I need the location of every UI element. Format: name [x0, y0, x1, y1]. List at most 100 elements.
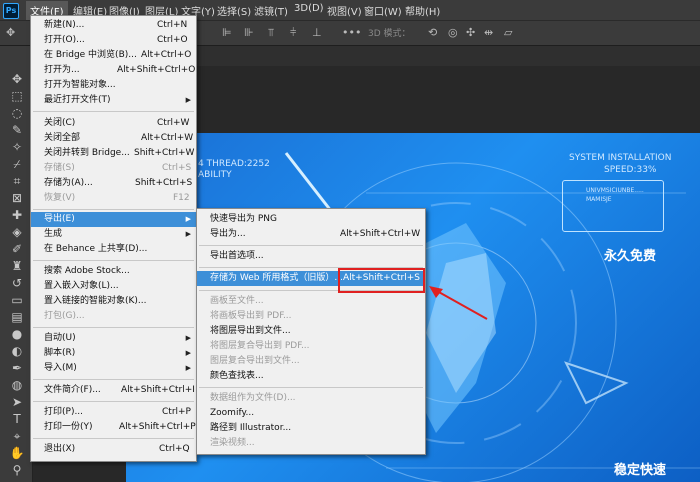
3d-pan-icon[interactable]: ✣ [466, 26, 475, 39]
marquee-icon[interactable]: ⬚ [9, 89, 25, 103]
menu-item-print[interactable]: 打印(P)... Ctrl+P [31, 405, 196, 420]
zoom-icon[interactable]: ⚲ [9, 463, 25, 477]
clone-stamp-icon[interactable]: ♜ [9, 259, 25, 273]
submenu-arrow-icon: ▶ [185, 215, 191, 223]
menu-item-close[interactable]: 关闭(C) Ctrl+W [31, 116, 196, 131]
lasso-icon[interactable]: ◌ [9, 106, 25, 120]
menu-item-place-embedded[interactable]: 置入嵌入对象(L)... [31, 279, 196, 294]
align-center-icon[interactable]: ⊪ [244, 26, 254, 39]
menu-item-automate[interactable]: 自动(U) ▶ [31, 331, 196, 346]
menu-item-package[interactable]: 打包(G)... [31, 309, 196, 324]
quick-select-icon[interactable]: ✎ [9, 123, 25, 137]
3d-mode-label: 3D 模式： [368, 29, 411, 39]
submenu-arrow-icon: ▶ [185, 349, 191, 357]
menu-3d[interactable]: 3D(D) [294, 3, 324, 14]
direct-select-icon[interactable]: ⌖ [9, 429, 25, 443]
move-icon[interactable]: ✥ [9, 72, 25, 86]
more-options-icon[interactable]: ••• [342, 26, 361, 39]
healing-brush-icon[interactable]: ✚ [9, 208, 25, 222]
menu-item-export-preferences[interactable]: 导出首选项... [197, 249, 425, 264]
menu-item-revert[interactable]: 恢复(V) F12 [31, 191, 196, 206]
gradient-icon[interactable]: ▤ [9, 310, 25, 324]
menu-item-scripts[interactable]: 脚本(R) ▶ [31, 346, 196, 361]
menu-filter[interactable]: 滤镜(T) [254, 3, 288, 18]
annotation-arrow-icon [429, 286, 488, 320]
path-select-icon[interactable]: ➤ [9, 395, 25, 409]
pen-icon[interactable]: ✒ [9, 361, 25, 375]
sponge-icon[interactable]: ◍ [9, 378, 25, 392]
badge-free: 永久免费 [604, 249, 657, 264]
menu-item-close-all[interactable]: 关闭全部 Alt+Ctrl+W [31, 131, 196, 146]
menu-item-data-sets-as-files[interactable]: 数据组作为文件(D)... [197, 391, 425, 406]
menu-item-paths-to-illustrator[interactable]: 路径到 Illustrator... [197, 421, 425, 436]
menu-item-artboards-to-files[interactable]: 画板至文件... [197, 294, 425, 309]
ability-text: ABILITY [198, 170, 232, 180]
align-left-icon[interactable]: ⊫ [222, 26, 232, 39]
menu-item-close-go-bridge[interactable]: 关闭并转到 Bridge... Shift+Ctrl+W [31, 146, 196, 161]
menu-separator [199, 245, 423, 246]
align-middle-icon[interactable]: ⫩ [290, 26, 296, 40]
crop-icon[interactable]: ⌗ [9, 174, 25, 188]
menu-item-import[interactable]: 导入(M) ▶ [31, 361, 196, 376]
patch-icon[interactable]: ◈ [9, 225, 25, 239]
menu-window[interactable]: 窗口(W) [364, 3, 402, 18]
menu-item-export[interactable]: 导出(E) ▶ [31, 212, 196, 227]
3d-slide-icon[interactable]: ⇹ [484, 26, 493, 39]
menu-select[interactable]: 选择(S) [217, 3, 251, 18]
menu-item-layer-comps-to-pdf[interactable]: 将图层复合导出到 PDF... [197, 339, 425, 354]
submenu-arrow-icon: ▶ [185, 96, 191, 104]
menu-item-color-lookup-tables[interactable]: 颜色查找表... [197, 369, 425, 384]
brush-icon[interactable]: ✐ [9, 242, 25, 256]
hud-line-1: UNIVMSICIUNBE..... [586, 187, 644, 194]
align-top-icon[interactable]: ⫪ [268, 26, 274, 40]
menu-item-print-one[interactable]: 打印一份(Y) Alt+Shift+Ctrl+P [31, 420, 196, 435]
move-tool-icon[interactable]: ✥ [6, 26, 15, 39]
menu-item-render-video[interactable]: 渲染视频... [197, 436, 425, 451]
menu-separator [33, 379, 194, 380]
menu-item-file-info[interactable]: 文件简介(F)... Alt+Shift+Ctrl+I [31, 383, 196, 398]
menu-item-search-stock[interactable]: 搜索 Adobe Stock... [31, 264, 196, 279]
photoshop-logo[interactable]: Ps [3, 3, 19, 19]
menu-item-new[interactable]: 新建(N)... Ctrl+N [31, 18, 196, 33]
menu-separator [33, 401, 194, 402]
menu-item-save[interactable]: 存储(S) Ctrl+S [31, 161, 196, 176]
menu-item-export-as[interactable]: 导出为... Alt+Shift+Ctrl+W [197, 227, 425, 242]
menu-item-open-as[interactable]: 打开为... Alt+Shift+Ctrl+O [31, 63, 196, 78]
magic-wand-icon[interactable]: ✧ [9, 140, 25, 154]
menu-item-recent-files[interactable]: 最近打开文件(T) ▶ [31, 93, 196, 108]
submenu-arrow-icon: ▶ [185, 364, 191, 372]
menu-item-open-smart-object[interactable]: 打开为智能对象... [31, 78, 196, 93]
history-brush-icon[interactable]: ↺ [9, 276, 25, 290]
menu-item-open[interactable]: 打开(O)... Ctrl+O [31, 33, 196, 48]
menu-item-artboards-to-pdf[interactable]: 将画板导出到 PDF... [197, 309, 425, 324]
eyedropper-icon[interactable]: ⌿ [9, 157, 25, 171]
menu-item-zoomify[interactable]: Zoomify... [197, 406, 425, 421]
menu-item-generate[interactable]: 生成 ▶ [31, 227, 196, 242]
eraser-icon[interactable]: ▭ [9, 293, 25, 307]
type-icon[interactable]: T [9, 412, 25, 426]
hud-line-2: MAMISJE [586, 196, 612, 203]
menu-item-place-linked[interactable]: 置入链接的智能对象(K)... [31, 294, 196, 309]
menu-view[interactable]: 视图(V) [327, 3, 362, 18]
menu-item-quick-export-png[interactable]: 快速导出为 PNG [197, 212, 425, 227]
submenu-arrow-icon: ▶ [185, 334, 191, 342]
menu-item-browse-bridge[interactable]: 在 Bridge 中浏览(B)... Alt+Ctrl+O [31, 48, 196, 63]
menu-item-layers-to-files[interactable]: 将图层导出到文件... [197, 324, 425, 339]
menu-item-exit[interactable]: 退出(X) Ctrl+Q [31, 442, 196, 457]
annotation-highlight-box [338, 268, 425, 293]
menu-item-share-behance[interactable]: 在 Behance 上共享(D)... [31, 242, 196, 257]
blur-icon[interactable]: ● [9, 327, 25, 341]
3d-rotate-icon[interactable]: ⟲ [428, 26, 437, 39]
menu-help[interactable]: 帮助(H) [405, 3, 440, 18]
dodge-icon[interactable]: ◐ [9, 344, 25, 358]
menu-item-save-as[interactable]: 存储为(A)... Shift+Ctrl+S [31, 176, 196, 191]
align-bottom-icon[interactable]: ⊥ [312, 26, 322, 39]
3d-scale-icon[interactable]: ▱ [504, 26, 512, 39]
thread-text: 4 THREAD:2252 [198, 159, 270, 169]
menu-item-layer-comps-to-files[interactable]: 图层复合导出到文件... [197, 354, 425, 369]
system-installation-text: SYSTEM INSTALLATION [569, 153, 672, 163]
3d-roll-icon[interactable]: ◎ [448, 26, 458, 39]
hand-icon[interactable]: ✋ [9, 446, 25, 460]
menu-separator [33, 209, 194, 210]
frame-icon[interactable]: ⊠ [9, 191, 25, 205]
